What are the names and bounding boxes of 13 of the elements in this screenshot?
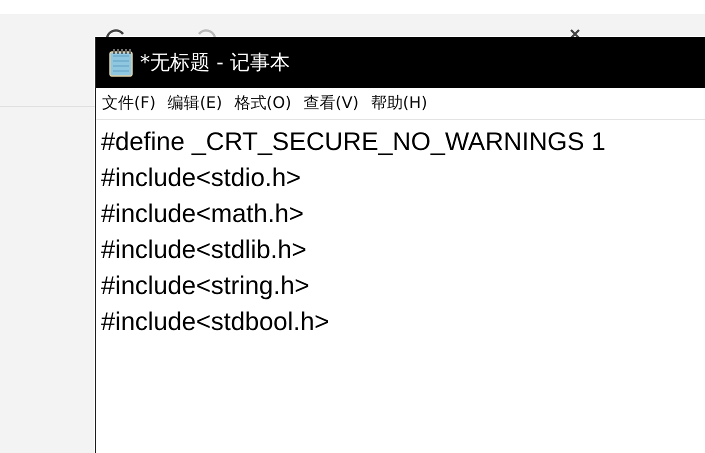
- code-line: #define _CRT_SECURE_NO_WARNINGS 1: [101, 127, 607, 158]
- code-line: #include<math.h>: [101, 199, 305, 230]
- code-line: #include<stdbool.h>: [101, 307, 330, 338]
- code-line: #include<string.h>: [101, 271, 310, 302]
- menu-item[interactable]: 格式(O): [234, 93, 292, 114]
- menu-item[interactable]: 编辑(E): [168, 93, 222, 114]
- code-line: #include<stdio.h>: [101, 163, 302, 194]
- menu-item[interactable]: 文件(F): [102, 93, 156, 114]
- window-title: *无标题 - 记事本: [140, 49, 290, 76]
- notepad-icon: [108, 48, 134, 76]
- menu-item[interactable]: 查看(V): [303, 93, 359, 114]
- code-line: #include<stdlib.h>: [101, 235, 308, 266]
- menu-item[interactable]: 帮助(H): [370, 93, 428, 114]
